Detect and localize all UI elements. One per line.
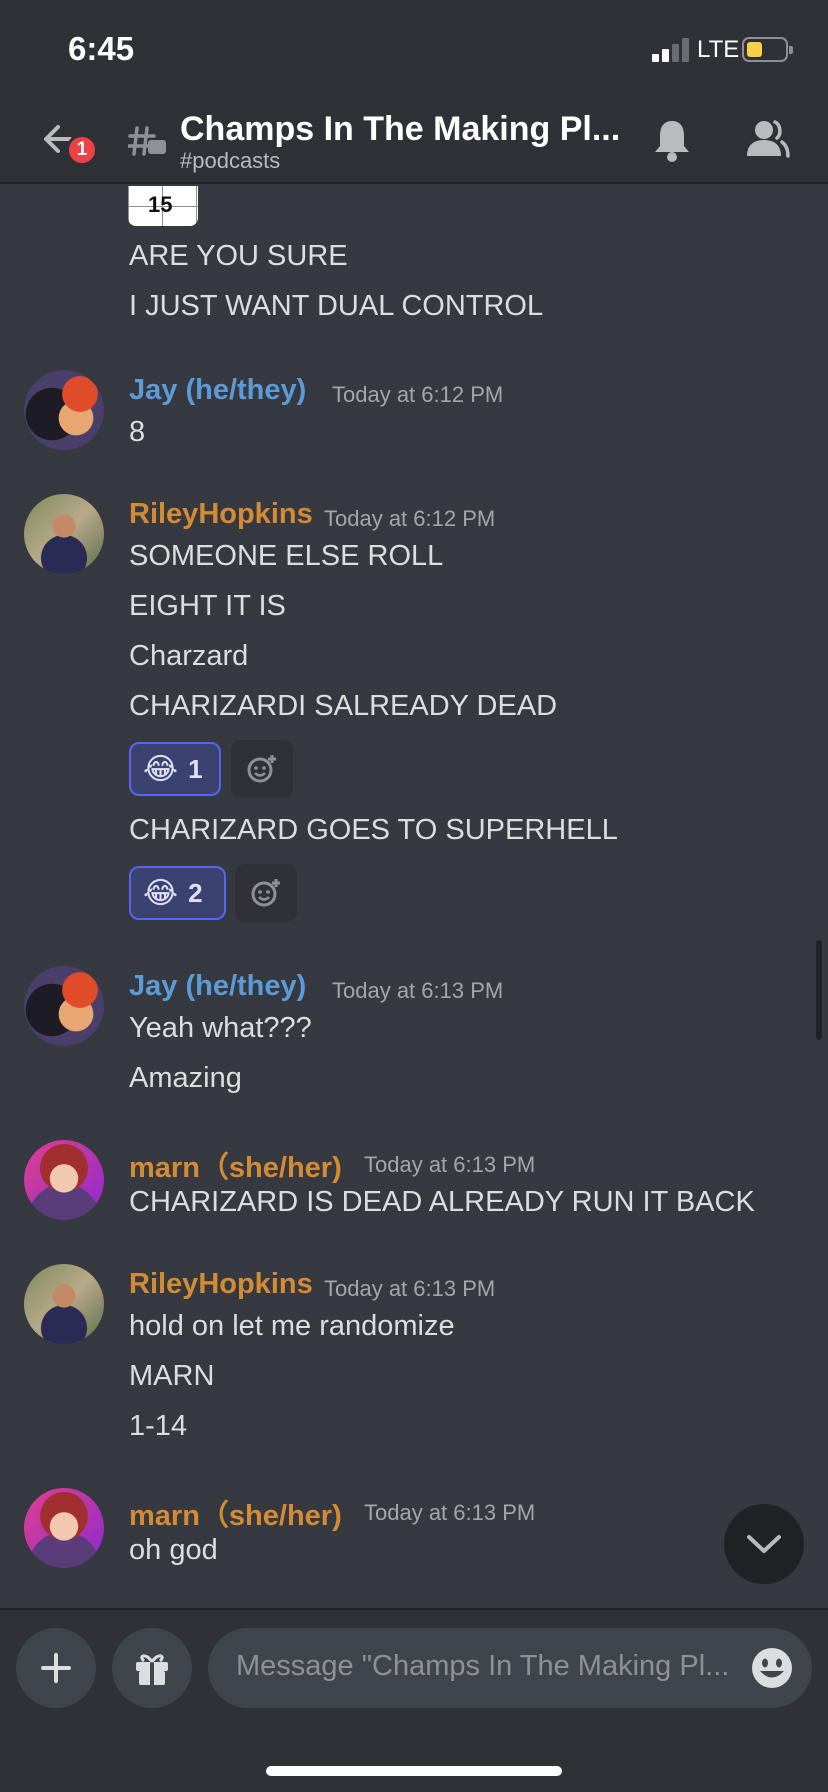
message-author[interactable]: RileyHopkins	[129, 498, 313, 531]
message-text: CHARIZARDI SALREADY DEAD	[129, 690, 558, 722]
avatar-rileyhopkins[interactable]	[24, 494, 104, 574]
reaction-button[interactable]: 😂 1	[129, 742, 221, 796]
laughing-emoji-icon: 😂	[143, 752, 179, 786]
message-text: Charzard	[129, 640, 249, 672]
members-icon[interactable]	[744, 118, 790, 158]
message-author[interactable]: marn（she/her)	[129, 1144, 342, 1186]
message-text: I JUST WANT DUAL CONTROL	[129, 290, 544, 322]
message-author[interactable]: Jay (he/they)	[129, 374, 306, 407]
message-input-placeholder: Message "Champs In The Making Pl...	[236, 1650, 730, 1682]
message-text: SOMEONE ELSE ROLL	[129, 540, 444, 572]
unread-badge: 1	[66, 134, 98, 166]
composer-bar: Message "Champs In The Making Pl...	[0, 1608, 828, 1792]
add-reaction-icon	[251, 879, 280, 907]
message-text: Yeah what???	[129, 1012, 312, 1044]
bell-icon[interactable]	[652, 118, 692, 162]
add-reaction-button[interactable]	[235, 864, 297, 922]
channel-subtitle: #podcasts	[180, 148, 281, 173]
plus-icon	[41, 1653, 71, 1683]
channel-header: 1 Champs In The Making Pl... #podcasts	[0, 96, 828, 184]
add-reaction-button[interactable]	[231, 740, 293, 798]
emoji-icon[interactable]	[750, 1646, 794, 1690]
add-reaction-icon	[247, 755, 276, 783]
network-label: LTE	[697, 36, 740, 63]
signal-icon	[652, 38, 690, 62]
message-text: EIGHT IT IS	[129, 590, 286, 622]
avatar-jay[interactable]	[24, 370, 104, 450]
message-text: Amazing	[129, 1062, 242, 1094]
reaction-button[interactable]: 😂 2	[129, 866, 226, 920]
channel-title[interactable]: Champs In The Making Pl...	[180, 110, 620, 149]
message-input[interactable]: Message "Champs In The Making Pl...	[208, 1628, 812, 1708]
chevron-down-icon	[747, 1535, 781, 1553]
jump-to-bottom-button[interactable]	[724, 1504, 804, 1584]
avatar-marn[interactable]	[24, 1488, 104, 1568]
status-time: 6:45	[68, 30, 135, 67]
message-text: CHARIZARD GOES TO SUPERHELL	[129, 814, 618, 846]
message-list[interactable]: 15 ARE YOU SURE I JUST WANT DUAL CONTROL…	[0, 186, 828, 1606]
message-timestamp: Today at 6:12 PM	[324, 506, 496, 531]
back-button[interactable]: 1	[34, 116, 98, 166]
message-text: MARN	[129, 1360, 215, 1392]
image-attachment-text: 15	[148, 192, 173, 217]
avatar-rileyhopkins[interactable]	[24, 1264, 104, 1344]
gift-button[interactable]	[112, 1628, 192, 1708]
avatar-marn[interactable]	[24, 1140, 104, 1220]
avatar-jay[interactable]	[24, 966, 104, 1046]
reaction-count: 2	[188, 877, 203, 908]
message-text: CHARIZARD IS DEAD ALREADY RUN IT BACK	[129, 1186, 755, 1218]
scrollbar[interactable]	[816, 940, 822, 1040]
message-text: ARE YOU SURE	[129, 240, 348, 272]
message-text: hold on let me randomize	[129, 1310, 455, 1342]
message-timestamp: Today at 6:13 PM	[364, 1500, 536, 1525]
reaction-count: 1	[188, 753, 203, 784]
message-text: 1-14	[129, 1410, 188, 1442]
message-author[interactable]: RileyHopkins	[129, 1268, 313, 1301]
message-timestamp: Today at 6:13 PM	[324, 1276, 496, 1301]
message-timestamp: Today at 6:13 PM	[364, 1152, 536, 1177]
message-text: 8	[129, 416, 146, 448]
image-attachment[interactable]: 15	[128, 186, 198, 226]
channel-thread-icon	[128, 126, 166, 156]
laughing-emoji-icon: 😂	[143, 876, 179, 910]
battery-icon	[742, 37, 793, 62]
message-author[interactable]: marn（she/her)	[129, 1492, 342, 1534]
status-bar: 6:45 LTE	[0, 0, 828, 96]
home-indicator[interactable]	[266, 1766, 562, 1776]
message-text: oh god	[129, 1534, 218, 1566]
attach-button[interactable]	[16, 1628, 96, 1708]
gift-icon	[136, 1654, 168, 1685]
message-timestamp: Today at 6:12 PM	[332, 382, 504, 407]
message-timestamp: Today at 6:13 PM	[332, 978, 504, 1003]
message-author[interactable]: Jay (he/they)	[129, 970, 306, 1003]
